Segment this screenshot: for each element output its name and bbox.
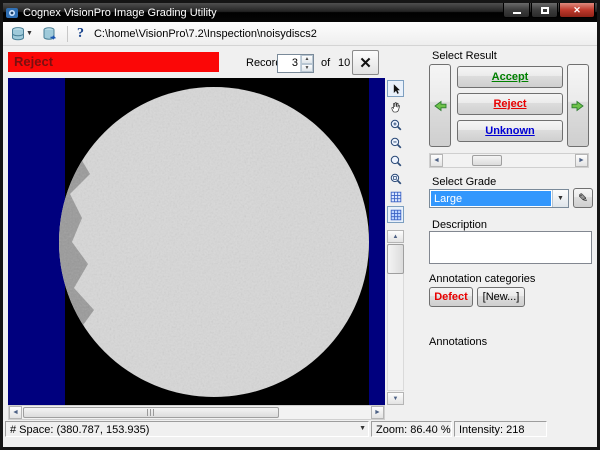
image-vscroll-thumb[interactable] bbox=[387, 244, 404, 274]
help-icon: ? bbox=[77, 26, 84, 42]
record-scroll-right[interactable]: ► bbox=[575, 154, 588, 167]
titlebar: Cognex VisionPro Image Grading Utility ✕ bbox=[3, 3, 597, 22]
zoom-normal-icon bbox=[389, 154, 403, 168]
record-number-input[interactable]: 3 ▲ ▼ bbox=[277, 54, 314, 73]
image-hscrollbar[interactable]: ◄ ► bbox=[8, 405, 385, 420]
zoom-out-tool-button[interactable] bbox=[387, 134, 404, 151]
image-hscroll-thumb[interactable] bbox=[23, 407, 279, 418]
new-category-label: [New...] bbox=[483, 291, 520, 303]
combo-dropdown-icon[interactable]: ▼ bbox=[552, 190, 568, 207]
annotations-list bbox=[429, 349, 592, 421]
new-category-button[interactable]: [New...] bbox=[477, 287, 525, 307]
annotations-label: Annotations bbox=[429, 336, 487, 348]
record-spin-up[interactable]: ▲ bbox=[301, 55, 313, 64]
status-intensity-panel: Intensity: 218 bbox=[454, 421, 547, 437]
main-toolbar: ▼ ? C:\home\VisionPro\7.2\Inspection\noi… bbox=[3, 22, 597, 46]
defect-label: Defect bbox=[434, 291, 468, 303]
pixel-grid-icon bbox=[389, 208, 403, 222]
pixel-grid-tool-button[interactable] bbox=[387, 206, 404, 223]
space-coordinates: # Space: (380.787, 153.935) bbox=[10, 424, 149, 436]
pointer-icon bbox=[389, 82, 403, 96]
delete-record-button[interactable]: ✕ bbox=[352, 50, 379, 75]
grade-combobox[interactable]: Large ▼ bbox=[429, 189, 569, 208]
arrow-left-icon bbox=[432, 98, 448, 114]
zoom-fit-icon bbox=[389, 172, 403, 186]
zoom-in-tool-button[interactable] bbox=[387, 116, 404, 133]
close-icon: ✕ bbox=[573, 5, 581, 16]
grid-icon bbox=[389, 190, 403, 204]
accept-button[interactable]: Accept bbox=[457, 66, 563, 88]
database-export-button[interactable] bbox=[39, 24, 61, 44]
inspection-image bbox=[8, 78, 385, 405]
grade-selected-value: Large bbox=[431, 191, 551, 206]
database-export-icon bbox=[42, 26, 58, 42]
record-spin-down[interactable]: ▼ bbox=[301, 64, 313, 73]
image-display[interactable] bbox=[8, 78, 385, 405]
database-icon bbox=[10, 26, 26, 42]
of-label: of bbox=[321, 57, 330, 69]
record-total: 10 bbox=[338, 57, 350, 69]
hand-icon bbox=[389, 100, 403, 114]
accept-label: Accept bbox=[492, 71, 529, 83]
record-scrollbar[interactable]: ◄ ► bbox=[429, 153, 589, 168]
select-grade-label: Select Grade bbox=[432, 176, 496, 188]
status-zoom-panel: Zoom: 86.40 % bbox=[371, 421, 452, 437]
maximize-button[interactable] bbox=[531, 3, 558, 18]
database-dropdown-icon[interactable]: ▼ bbox=[26, 30, 33, 37]
minimize-button[interactable] bbox=[503, 3, 530, 18]
x-icon: ✕ bbox=[359, 54, 372, 72]
space-dropdown-icon[interactable]: ▼ bbox=[359, 425, 366, 432]
zoom-out-icon bbox=[389, 136, 403, 150]
close-button[interactable]: ✕ bbox=[559, 3, 595, 18]
dataset-path: C:\home\VisionPro\7.2\Inspection\noisydi… bbox=[94, 28, 317, 40]
maximize-icon bbox=[541, 7, 549, 14]
toolbar-separator bbox=[67, 26, 68, 42]
zoom-fit-tool-button[interactable] bbox=[387, 170, 404, 187]
zoom-in-icon bbox=[389, 118, 403, 132]
app-window: Cognex VisionPro Image Grading Utility ✕… bbox=[0, 0, 600, 450]
reject-label: Reject bbox=[493, 98, 526, 110]
window-controls: ✕ bbox=[503, 3, 595, 18]
zoom-value: Zoom: 86.40 % bbox=[376, 424, 451, 436]
thumb-grip bbox=[147, 409, 156, 416]
edit-grade-button[interactable]: ✎ bbox=[573, 188, 593, 208]
image-hscroll-left[interactable]: ◄ bbox=[9, 406, 22, 419]
pencil-icon: ✎ bbox=[578, 191, 588, 205]
unknown-button[interactable]: Unknown bbox=[457, 120, 563, 142]
reject-button[interactable]: Reject bbox=[457, 93, 563, 115]
annotation-categories-label: Annotation categories bbox=[429, 273, 535, 285]
select-result-label: Select Result bbox=[432, 50, 497, 62]
image-vscroll-down[interactable]: ▼ bbox=[387, 392, 404, 405]
arrow-right-icon bbox=[570, 98, 586, 114]
record-scroll-thumb[interactable] bbox=[472, 155, 502, 166]
minimize-icon bbox=[513, 12, 521, 14]
image-hscroll-right[interactable]: ► bbox=[371, 406, 384, 419]
grid-tool-button[interactable] bbox=[387, 188, 404, 205]
unknown-label: Unknown bbox=[485, 125, 535, 137]
intensity-value: Intensity: 218 bbox=[459, 424, 524, 436]
window-title: Cognex VisionPro Image Grading Utility bbox=[23, 7, 217, 19]
previous-record-button[interactable] bbox=[429, 64, 451, 147]
app-icon bbox=[5, 6, 19, 20]
image-vscroll-up[interactable]: ▲ bbox=[387, 230, 404, 243]
pan-tool-button[interactable] bbox=[387, 98, 404, 115]
description-label: Description bbox=[432, 219, 487, 231]
next-record-button[interactable] bbox=[567, 64, 589, 147]
defect-category-button[interactable]: Defect bbox=[429, 287, 473, 307]
status-space-panel: # Space: (380.787, 153.935) ▼ bbox=[5, 421, 369, 437]
record-scroll-left[interactable]: ◄ bbox=[430, 154, 443, 167]
result-banner: Reject bbox=[8, 52, 219, 72]
record-number-value: 3 bbox=[278, 55, 300, 72]
help-button[interactable]: ? bbox=[74, 24, 87, 44]
pointer-tool-button[interactable] bbox=[387, 80, 404, 97]
zoom-normal-tool-button[interactable] bbox=[387, 152, 404, 169]
description-input[interactable] bbox=[429, 231, 592, 264]
database-open-button[interactable]: ▼ bbox=[7, 24, 36, 44]
